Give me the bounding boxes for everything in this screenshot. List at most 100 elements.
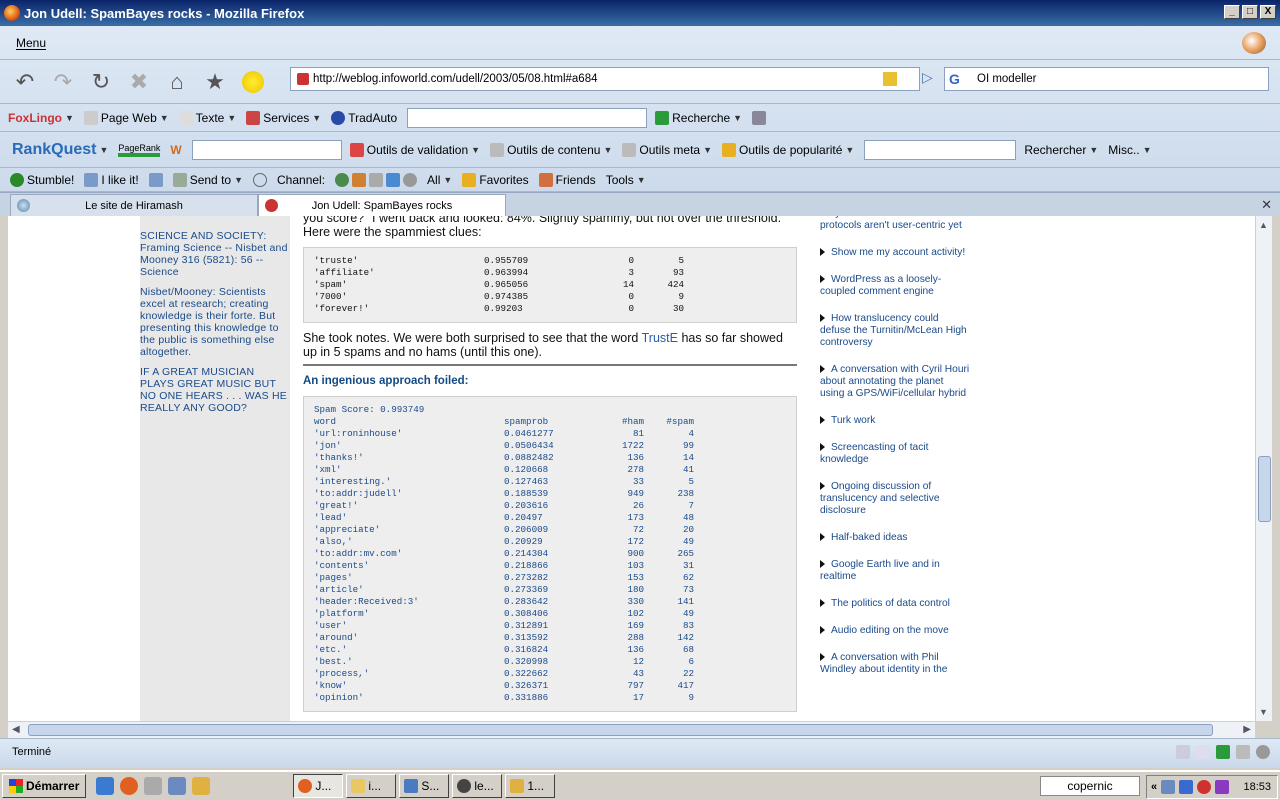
app-quicklaunch-icon[interactable] <box>192 777 211 795</box>
task-folder[interactable]: i... <box>346 774 397 798</box>
truste-link[interactable]: TrustE <box>642 331 678 345</box>
word-row: 'xml' 0.120668 278 41 <box>314 464 694 476</box>
task-s[interactable]: S... <box>399 774 450 798</box>
scroll-up-icon[interactable]: ▲ <box>1259 220 1268 230</box>
forward-icon[interactable]: ↷ <box>46 65 80 99</box>
recent-post-link[interactable]: How translucency could defuse the Turnit… <box>820 313 970 349</box>
w-icon[interactable]: W <box>170 143 181 157</box>
home-icon[interactable]: ⌂ <box>160 65 194 99</box>
scroll-left-icon[interactable]: ◀ <box>12 724 20 735</box>
rankquest-search-input[interactable] <box>864 139 1017 160</box>
recent-post-link[interactable]: Why ecommerce and business protocols are… <box>820 216 970 232</box>
i-like-it-button[interactable]: I like it! <box>84 172 139 187</box>
rss-icon[interactable] <box>1256 745 1270 759</box>
tray-4-icon[interactable] <box>1179 780 1194 794</box>
network-icon[interactable] <box>1161 780 1176 794</box>
words-table: word spamprob #ham #spam 'url:roninhouse' 0.0… <box>314 416 694 704</box>
word-row: 'user' 0.312891 169 83 <box>314 620 694 632</box>
page-content[interactable]: SCIENCE AND SOCIETY: Framing Science -- … <box>8 216 1255 721</box>
outils-popularite-button[interactable]: Outils de popularité ▼ <box>722 142 854 157</box>
back-icon[interactable]: ↶ <box>8 65 42 99</box>
thumbs-down-icon[interactable] <box>148 172 163 187</box>
recent-post-link[interactable]: Screencasting of tacit knowledge <box>820 442 970 466</box>
left-link[interactable]: SCIENCE AND SOCIETY: Framing Science -- … <box>140 230 290 278</box>
green-icon[interactable] <box>1216 745 1230 759</box>
start-button[interactable]: Démarrer <box>2 774 87 798</box>
foxlingo-input[interactable] <box>407 107 648 128</box>
recent-post-link[interactable]: Ongoing discussion of translucency and s… <box>820 481 970 517</box>
recent-post-link[interactable]: Audio editing on the move <box>820 625 970 637</box>
tab-hiramash[interactable]: Le site de Hiramash <box>10 194 258 216</box>
services-button[interactable]: Services ▼ <box>246 110 321 125</box>
send-to-button[interactable]: Send to ▼ <box>172 172 243 187</box>
firefox-menu-icon[interactable] <box>1242 32 1266 54</box>
comment-icon[interactable] <box>253 172 267 187</box>
firefox-quicklaunch-icon[interactable] <box>120 777 139 795</box>
sun-icon[interactable] <box>236 65 270 99</box>
minimize-button[interactable]: _ <box>1224 5 1240 19</box>
texte-button[interactable]: Texte ▼ <box>178 110 236 125</box>
rankquest-brand[interactable]: RankQuest ▼ <box>12 141 108 159</box>
go-icon[interactable]: ▷ <box>922 69 933 86</box>
outils-contenu-button[interactable]: Outils de contenu ▼ <box>490 142 612 157</box>
task-firefox[interactable]: J... <box>293 774 344 798</box>
bookmark-icon[interactable]: ★ <box>198 65 232 99</box>
close-tab-icon[interactable]: ✕ <box>1261 197 1272 213</box>
tool-quicklaunch-icon[interactable] <box>144 777 163 795</box>
rankquest-input[interactable] <box>191 139 342 160</box>
foxlingo-brand[interactable]: FoxLingo ▼ <box>8 111 74 125</box>
copernic-search-input[interactable]: copernic <box>1040 776 1140 796</box>
recent-post-link[interactable]: Google Earth live and in realtime <box>820 559 970 583</box>
maximize-button[interactable]: □ <box>1242 5 1258 19</box>
meta-icon <box>622 142 637 157</box>
outils-validation-button[interactable]: Outils de validation ▼ <box>349 142 480 157</box>
stop-icon[interactable]: ✖ <box>122 65 156 99</box>
channel-icons[interactable] <box>335 172 418 187</box>
window-title-bar[interactable]: Jon Udell: SpamBayes rocks - Mozilla Fir… <box>0 0 1280 26</box>
scroll-right-icon[interactable]: ▶ <box>1243 724 1251 735</box>
h-scroll-thumb[interactable] <box>28 724 1213 736</box>
recent-post-link[interactable]: Show me my account activity! <box>820 247 970 259</box>
recent-post-link[interactable]: WordPress as a loosely-coupled comment e… <box>820 274 970 298</box>
recent-post-link[interactable]: Turk work <box>820 415 970 427</box>
left-link[interactable]: IF A GREAT MUSICIAN PLAYS GREAT MUSIC BU… <box>140 366 290 414</box>
friends-button[interactable]: Friends <box>538 172 596 187</box>
antivirus-icon[interactable] <box>1197 780 1212 794</box>
stumble-button[interactable]: Stumble! <box>10 172 74 187</box>
swap-icon[interactable] <box>752 110 767 125</box>
tradauto-button[interactable]: TradAuto <box>331 110 397 125</box>
url-bar[interactable]: http://weblog.infoworld.com/udell/2003/0… <box>290 67 920 91</box>
rechercher-button[interactable]: Rechercher ▼ <box>1024 143 1098 157</box>
media-quicklaunch-icon[interactable] <box>168 777 187 795</box>
horizontal-scrollbar[interactable]: ◀ ▶ <box>8 721 1255 738</box>
recent-post-link[interactable]: A conversation with Cyril Houri about an… <box>820 364 970 400</box>
d-icon[interactable] <box>1236 745 1250 759</box>
reload-icon[interactable]: ↻ <box>84 65 118 99</box>
close-button[interactable]: X <box>1260 5 1276 19</box>
recent-post-link[interactable]: A conversation with Phil Windley about i… <box>820 652 970 676</box>
left-link[interactable]: Nisbet/Mooney: Scientists excel at resea… <box>140 286 290 358</box>
scroll-thumb[interactable] <box>1258 456 1271 522</box>
all-dropdown[interactable]: All ▼ <box>427 173 452 187</box>
recherche-button[interactable]: Recherche ▼ <box>655 110 742 125</box>
lightning-icon[interactable] <box>883 72 897 86</box>
tab-spambayes[interactable]: Jon Udell: SpamBayes rocks <box>258 194 506 216</box>
tray-expand-icon[interactable]: « <box>1151 781 1157 793</box>
task-le[interactable]: le... <box>452 774 503 798</box>
vertical-scrollbar[interactable]: ▲ ▼ <box>1255 216 1272 721</box>
outils-meta-button[interactable]: Outils meta ▼ <box>622 142 712 157</box>
tray-app-icon[interactable] <box>1215 780 1230 794</box>
page-web-button[interactable]: Page Web ▼ <box>83 110 169 125</box>
recent-post-link[interactable]: Half-baked ideas <box>820 532 970 544</box>
menu-button[interactable]: Menu <box>16 36 46 50</box>
google-icon[interactable]: G <box>949 71 960 87</box>
recent-post-link[interactable]: The politics of data control <box>820 598 970 610</box>
word-cell: 9 <box>688 692 694 703</box>
task-1[interactable]: 1... <box>505 774 556 798</box>
scroll-down-icon[interactable]: ▼ <box>1259 707 1268 717</box>
misc-button[interactable]: Misc.. ▼ <box>1108 143 1151 157</box>
favorites-button[interactable]: Favorites <box>462 172 529 187</box>
search-input[interactable]: G OI modeller <box>944 67 1269 91</box>
ie-quicklaunch-icon[interactable] <box>96 777 115 795</box>
tools-button[interactable]: Tools ▼ <box>606 173 646 187</box>
